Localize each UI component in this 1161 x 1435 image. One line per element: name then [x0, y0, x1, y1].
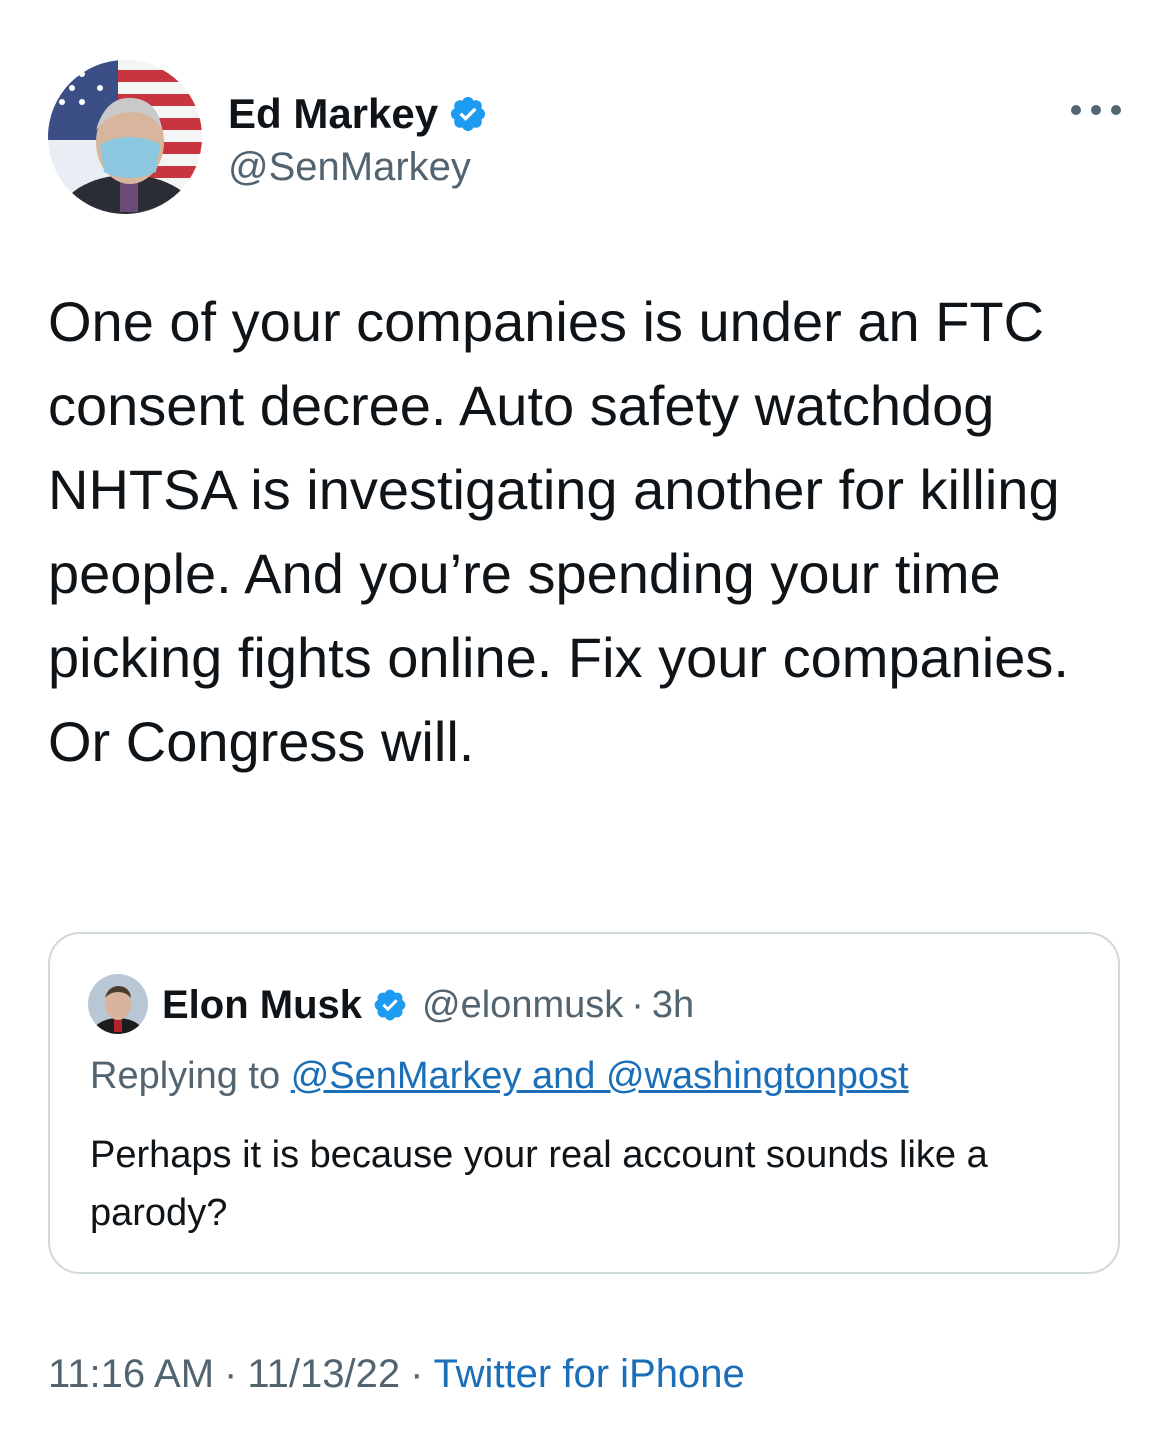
- author-handle[interactable]: @SenMarkey: [228, 142, 471, 192]
- more-horizontal-icon[interactable]: [1068, 96, 1124, 124]
- quoted-header: Elon Musk @elonmusk · 3h: [162, 978, 694, 1032]
- tweet-source-link[interactable]: Twitter for iPhone: [433, 1352, 744, 1396]
- tweet-meta: 11:16 AM · 11/13/22 · Twitter for iPhone: [48, 1348, 745, 1400]
- replying-to-line: Replying to @SenMarkey and @washingtonpo…: [90, 1052, 909, 1100]
- meta-separator: ·: [224, 1352, 238, 1396]
- tweet-text: One of your companies is under an FTC co…: [48, 290, 1069, 773]
- tweet-time[interactable]: 11:16 AM: [48, 1352, 214, 1396]
- author-name[interactable]: Ed Markey: [228, 88, 438, 140]
- verified-badge-icon: [451, 96, 486, 132]
- author-avatar-image: [48, 60, 202, 214]
- tweet-date[interactable]: 11/13/22: [247, 1352, 400, 1396]
- quoted-timestamp[interactable]: 3h: [652, 984, 694, 1027]
- verified-badge-icon: [374, 989, 406, 1021]
- quoted-avatar-image: [88, 974, 148, 1034]
- replying-to-prefix: Replying to: [90, 1055, 281, 1097]
- author-name-row[interactable]: Ed Markey: [228, 88, 488, 140]
- quoted-author-handle[interactable]: @elonmusk: [422, 984, 623, 1027]
- replying-to-link[interactable]: @SenMarkey and @washingtonpost: [291, 1055, 909, 1097]
- quoted-tweet-card[interactable]: Elon Musk @elonmusk · 3h Replying to @Se…: [48, 932, 1120, 1274]
- meta-separator: ·: [410, 1352, 424, 1396]
- author-avatar[interactable]: [48, 60, 202, 214]
- quoted-author-name[interactable]: Elon Musk: [162, 983, 362, 1028]
- quoted-tweet-text: Perhaps it is because your real account …: [90, 1134, 988, 1234]
- quoted-author-avatar[interactable]: [88, 974, 148, 1034]
- quoted-separator: ·: [631, 983, 644, 1026]
